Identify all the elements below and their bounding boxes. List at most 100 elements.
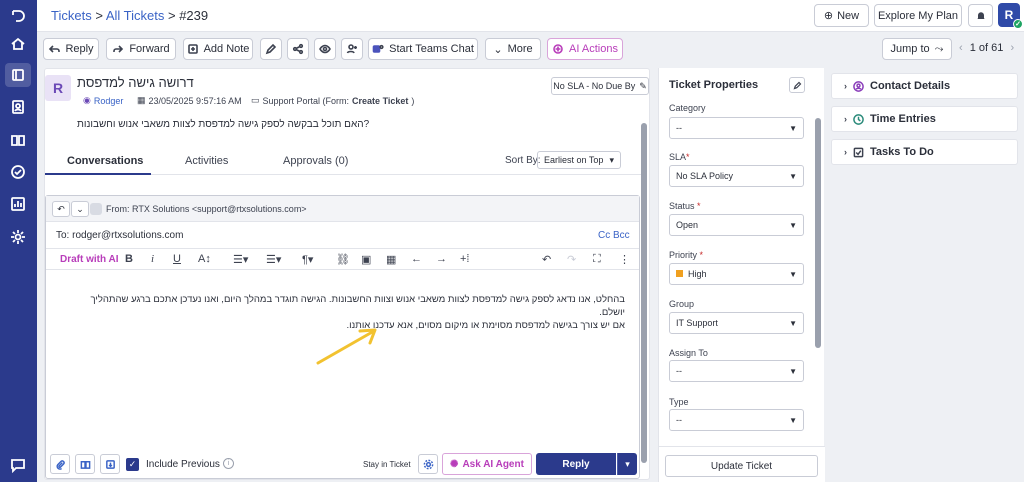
cc-link[interactable]: Cc [598, 230, 610, 241]
image-icon[interactable]: ▣ [361, 253, 371, 266]
contact-details-card[interactable]: › Contact Details [831, 73, 1018, 99]
attach-button[interactable] [50, 454, 70, 474]
insert-solution-button[interactable] [75, 454, 95, 474]
notifications-button[interactable] [968, 4, 993, 27]
indent-icon[interactable]: → [436, 253, 447, 265]
field-label-priority: Priority * [669, 250, 704, 260]
chevron-down-circle-icon: ⌄ [493, 43, 503, 56]
ai-actions-button[interactable]: AI Actions [547, 38, 623, 60]
edit-properties-button[interactable] [789, 77, 805, 93]
assign-to-select[interactable]: -- ▼ [669, 360, 804, 382]
underline-icon[interactable]: U [173, 253, 181, 265]
info-icon[interactable]: i [223, 458, 234, 469]
requester-meta: ◉ Rodger [83, 95, 123, 106]
category-select[interactable]: -- ▼ [669, 117, 804, 139]
watch-button[interactable] [314, 38, 336, 60]
bell-icon [976, 11, 985, 19]
italic-icon[interactable]: i [151, 253, 154, 265]
next-ticket-icon[interactable]: › [1010, 42, 1014, 54]
chevron-down-icon: ▼ [789, 269, 797, 279]
sla-badge[interactable]: No SLA - No Due By ✎ [551, 77, 649, 95]
outdent-icon[interactable]: ← [411, 253, 422, 265]
scrollbar-thumb[interactable] [641, 123, 647, 463]
logo-icon[interactable] [8, 6, 28, 26]
type-select[interactable]: -- ▼ [669, 409, 804, 431]
reply-icon: ↶ [57, 203, 65, 214]
from-field: From: RTX Solutions <support@rtxsolution… [106, 204, 307, 214]
explore-plan-button[interactable]: Explore My Plan [874, 4, 962, 27]
ask-ai-agent-button[interactable]: ✺ Ask AI Agent [442, 453, 532, 475]
chevron-down-icon: ▼ [789, 220, 797, 230]
more-options-icon[interactable]: ⋮ [619, 253, 630, 266]
to-field[interactable]: To: rodger@rtxsolutions.com [56, 230, 183, 241]
new-button[interactable]: ⊕ New [814, 4, 869, 27]
bcc-link[interactable]: Bcc [613, 230, 630, 241]
reply-editor: ↶ ⌄ From: RTX Solutions <support@rtxsolu… [45, 195, 640, 479]
chevron-down-icon: ▼ [789, 366, 797, 376]
paragraph-icon[interactable]: ¶▾ [302, 253, 313, 266]
edit-button[interactable] [260, 38, 282, 60]
forward-icon [113, 45, 124, 53]
group-select[interactable]: IT Support ▼ [669, 312, 804, 334]
reply-options-dropdown[interactable]: ▾ [617, 453, 637, 475]
chevron-right-icon: › [844, 114, 847, 124]
reports-icon[interactable] [8, 194, 28, 214]
ordered-list-icon[interactable]: ☰▾ [233, 253, 248, 266]
share-button[interactable] [287, 38, 309, 60]
ticket-date: ▦ 23/05/2025 9:57:16 AM [137, 95, 242, 106]
table-icon[interactable]: ▦ [386, 253, 396, 266]
breadcrumb-all-tickets[interactable]: All Tickets [106, 8, 165, 23]
sort-select[interactable]: Earliest on Top ▾ [537, 151, 621, 169]
ticket-pager: ‹ 1 of 61 › [959, 42, 1015, 54]
time-entries-card[interactable]: › Time Entries [831, 106, 1018, 132]
start-teams-chat-button[interactable]: Start Teams Chat [368, 38, 478, 60]
update-ticket-button[interactable]: Update Ticket [665, 455, 818, 477]
scrollbar-thumb[interactable] [815, 118, 821, 348]
more-button[interactable]: ⌄ More [485, 38, 541, 60]
canned-response-button[interactable] [100, 454, 120, 474]
link-icon[interactable]: ⛓ [336, 253, 350, 266]
stay-in-ticket-settings-button[interactable] [418, 454, 438, 474]
chevron-down-icon: ▼ [789, 415, 797, 425]
bullet-list-icon[interactable]: ☰▾ [266, 253, 281, 266]
fullscreen-icon[interactable]: ⛶ [593, 253, 601, 266]
draft-with-ai-button[interactable]: Draft with AI [60, 254, 119, 265]
knowledge-base-icon[interactable] [8, 130, 28, 150]
sla-select[interactable]: No SLA Policy ▼ [669, 165, 804, 187]
breadcrumb-tickets[interactable]: Tickets [51, 8, 92, 23]
settings-icon[interactable] [8, 227, 28, 247]
forward-button[interactable]: Forward [106, 38, 176, 60]
chat-icon[interactable] [8, 455, 28, 475]
prev-ticket-icon[interactable]: ‹ [959, 42, 963, 54]
conversation-scrollbar[interactable] [641, 109, 647, 479]
tickets-icon[interactable] [5, 63, 31, 87]
insert-icon[interactable]: +⁞ [460, 253, 469, 265]
tab-activities[interactable]: Activities [185, 155, 228, 167]
tasks-to-do-card[interactable]: › Tasks To Do [831, 139, 1018, 165]
bold-icon[interactable]: B [125, 253, 133, 265]
send-reply-button[interactable]: Reply [536, 453, 616, 475]
reply-button[interactable]: Reply [43, 38, 99, 60]
reply-type-button[interactable]: ↶ [52, 201, 70, 217]
reply-icon [49, 45, 61, 53]
jump-to-button[interactable]: Jump to ⤳ [882, 38, 952, 60]
home-icon[interactable] [8, 34, 28, 54]
eye-icon [319, 44, 331, 54]
add-user-button[interactable] [341, 38, 363, 60]
add-note-button[interactable]: Add Note [183, 38, 253, 60]
properties-scrollbar[interactable] [815, 108, 821, 448]
top-header: Tickets > All Tickets > #239 ⊕ New Explo… [37, 0, 1024, 32]
undo-icon[interactable]: ↶ [542, 253, 551, 266]
tasks-icon[interactable] [8, 162, 28, 182]
tab-approvals[interactable]: Approvals (0) [283, 155, 348, 167]
requester-link[interactable]: Rodger [94, 96, 124, 106]
contacts-icon[interactable] [8, 97, 28, 117]
include-previous-checkbox[interactable]: ✓ [126, 458, 139, 471]
tab-conversations[interactable]: Conversations [67, 155, 143, 167]
font-size-icon[interactable]: A↕ [198, 253, 211, 265]
priority-select[interactable]: High ▼ [669, 263, 804, 285]
redo-icon[interactable]: ↷ [567, 253, 576, 266]
user-avatar[interactable]: R ✓ [998, 3, 1023, 29]
reply-type-dropdown[interactable]: ⌄ [71, 201, 89, 217]
status-select[interactable]: Open ▼ [669, 214, 804, 236]
